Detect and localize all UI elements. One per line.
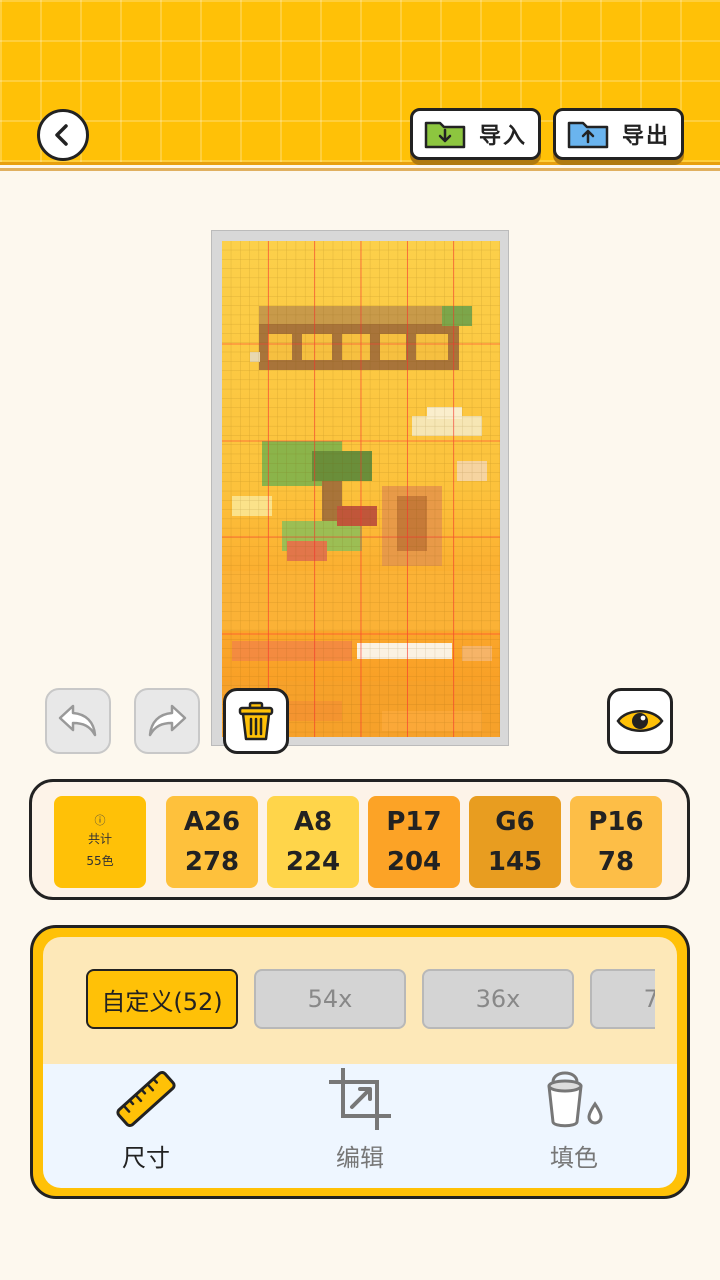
pixel-artwork	[222, 241, 500, 737]
paint-bucket-icon	[547, 1071, 603, 1128]
trash-icon	[238, 701, 274, 741]
swatch-count: 78	[597, 847, 635, 877]
size-options-row: 自定义(52) 54x 36x 72x	[43, 937, 677, 1064]
crop-icon	[329, 1068, 391, 1130]
color-palette: ⓘ 共计 55色 A26 278 A8 224 P17 204 G6 145 P…	[29, 779, 690, 900]
color-swatch-p17[interactable]: P17 204	[368, 796, 460, 888]
chevron-left-icon	[55, 124, 68, 146]
color-swatch-a26[interactable]: A26 278	[166, 796, 258, 888]
size-options-scroller[interactable]: 自定义(52) 54x 36x 72x	[43, 937, 655, 1064]
undo-button[interactable]	[45, 688, 111, 754]
tab-size-label: 尺寸	[122, 1144, 170, 1172]
pixel-canvas[interactable]	[211, 230, 509, 746]
folder-download-icon	[424, 121, 466, 149]
folder-upload-icon	[567, 121, 609, 149]
swatch-code: A26	[183, 807, 241, 837]
swatch-code: G6	[495, 807, 535, 837]
eye-icon	[616, 710, 664, 732]
swatch-count: 224	[285, 847, 341, 877]
color-swatch-p16[interactable]: P16 78	[570, 796, 662, 888]
header-divider	[0, 168, 720, 171]
redo-button[interactable]	[134, 688, 200, 754]
import-button[interactable]: 导入	[410, 108, 541, 160]
swatch-count: 204	[386, 847, 442, 877]
tab-size[interactable]: 尺寸	[66, 1064, 226, 1188]
color-swatch-a8[interactable]: A8 224	[267, 796, 359, 888]
settings-panel: 自定义(52) 54x 36x 72x 尺寸 编辑	[30, 925, 690, 1199]
swatch-count: 145	[487, 847, 543, 877]
ruler-icon	[116, 1070, 176, 1128]
tab-fill[interactable]: 填色	[494, 1064, 654, 1188]
swatch-count: 278	[184, 847, 240, 877]
undo-icon	[58, 704, 97, 737]
total-count: 55色	[86, 854, 114, 868]
size-custom-chip[interactable]: 自定义(52)	[86, 969, 238, 1029]
info-icon: ⓘ	[94, 814, 106, 827]
swatch-code: P17	[386, 807, 442, 837]
swatch-code: P16	[588, 807, 644, 837]
size-72-chip[interactable]: 72x	[590, 969, 655, 1029]
export-label: 导出	[622, 124, 671, 149]
clear-button[interactable]	[223, 688, 289, 754]
mode-tabs: 尺寸 编辑 填色	[43, 1064, 677, 1188]
size-54-chip[interactable]: 54x	[254, 969, 406, 1029]
color-total-summary[interactable]: ⓘ 共计 55色	[54, 796, 146, 888]
color-swatch-g6[interactable]: G6 145	[469, 796, 561, 888]
size-36-chip[interactable]: 36x	[422, 969, 574, 1029]
redo-icon	[148, 704, 187, 737]
tab-fill-label: 填色	[550, 1144, 598, 1172]
tab-edit-label: 编辑	[336, 1144, 384, 1172]
pixel-grid[interactable]	[222, 241, 500, 737]
preview-button[interactable]	[607, 688, 673, 754]
export-button[interactable]: 导出	[553, 108, 684, 160]
tab-edit[interactable]: 编辑	[280, 1064, 440, 1188]
import-label: 导入	[479, 124, 528, 149]
swatch-code: A8	[293, 807, 333, 837]
back-button[interactable]	[37, 109, 89, 161]
total-label: 共计	[87, 832, 112, 846]
